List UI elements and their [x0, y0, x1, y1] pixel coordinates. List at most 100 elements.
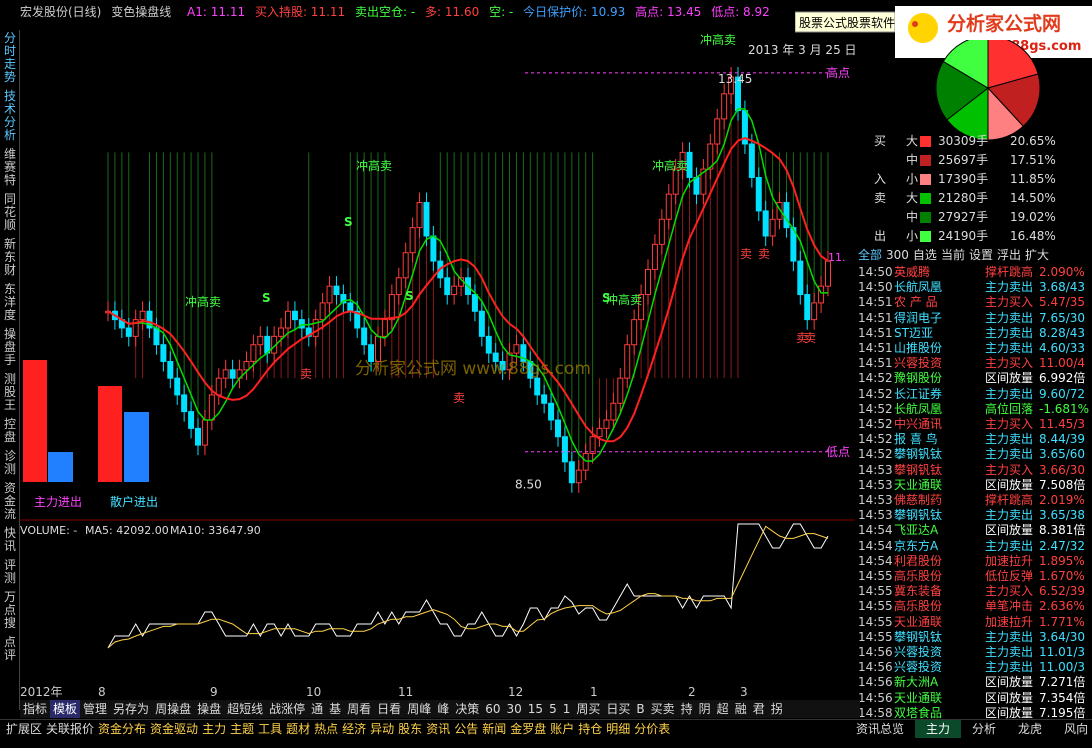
indicator-tab-7[interactable]: 战涨停: [266, 700, 308, 718]
bottom-tab-9[interactable]: 经济: [340, 720, 368, 738]
bottom-tab-6[interactable]: 工具: [256, 720, 284, 738]
bottom-tab-12[interactable]: 资讯: [424, 720, 452, 738]
news-tab-0[interactable]: 全部: [858, 248, 882, 262]
bottom-tab-5[interactable]: 主题: [228, 720, 256, 738]
sidebar-item-11[interactable]: 快讯: [0, 525, 20, 557]
sidebar-item-4[interactable]: 新东财: [0, 236, 20, 281]
bottom-right-tab-1[interactable]: 主力: [915, 720, 962, 738]
news-item[interactable]: 14:53 攀钢钒钛 主力卖出 3.65/38: [858, 508, 1092, 523]
bottom-tab-11[interactable]: 股东: [396, 720, 424, 738]
indicator-tab-27[interactable]: 融: [732, 700, 750, 718]
news-item[interactable]: 14:52 豫钢股份 区间放量 6.992倍: [858, 371, 1092, 386]
news-item[interactable]: 14:56 天业通联 区间放量 7.354倍: [858, 691, 1092, 706]
news-item[interactable]: 14:51 农 产 品主力买入 5.47/35: [858, 295, 1092, 310]
bottom-tab-10[interactable]: 异动: [368, 720, 396, 738]
indicator-tab-13[interactable]: 峰: [434, 700, 452, 718]
bottom-tab-14[interactable]: 新闻: [480, 720, 508, 738]
news-item[interactable]: 14:52 攀钢钒钛 主力卖出 3.65/60: [858, 447, 1092, 462]
bottom-right-tab-0[interactable]: 资讯总览: [845, 720, 915, 738]
news-item[interactable]: 14:51 ST迈亚 主力卖出 8.28/43: [858, 326, 1092, 341]
news-tab-3[interactable]: 当前: [941, 248, 965, 262]
news-tab-5[interactable]: 浮出: [997, 248, 1021, 262]
news-item[interactable]: 14:55 冀东装备 主力买入 6.52/39: [858, 584, 1092, 599]
indicator-tab-5[interactable]: 操盘: [194, 700, 224, 718]
indicator-tab-20[interactable]: 周买: [573, 700, 603, 718]
sidebar-item-7[interactable]: 测股王: [0, 371, 20, 416]
bottom-tab-18[interactable]: 明细: [604, 720, 632, 738]
sidebar-item-5[interactable]: 东洋度: [0, 281, 20, 326]
indicator-tab-18[interactable]: 5: [546, 700, 560, 718]
news-item[interactable]: 14:54 京东方A 主力卖出 2.47/32: [858, 539, 1092, 554]
sidebar-item-12[interactable]: 评测: [0, 557, 20, 589]
kline-chart[interactable]: 高点低点13.458.5011.2013 年 3 月 25 日冲高卖冲高卖冲高卖…: [20, 22, 855, 700]
news-item[interactable]: 14:55 高乐股份 单笔冲击 2.636%: [858, 599, 1092, 614]
news-tab-6[interactable]: 扩大: [1025, 248, 1049, 262]
news-item[interactable]: 14:53 佛慈制药 撑杆跳高 2.019%: [858, 493, 1092, 508]
news-item[interactable]: 14:51 得润电子 主力卖出 7.65/30: [858, 311, 1092, 326]
indicator-tab-2[interactable]: 管理: [80, 700, 110, 718]
bottom-tab-8[interactable]: 热点: [312, 720, 340, 738]
bottom-tab-2[interactable]: 资金分布: [96, 720, 148, 738]
indicator-tab-23[interactable]: 买卖: [648, 700, 678, 718]
news-item[interactable]: 14:54 利君股份 加速拉升 1.895%: [858, 554, 1092, 569]
sidebar-item-13[interactable]: 万点搜: [0, 589, 20, 634]
indicator-tab-19[interactable]: 1: [560, 700, 574, 718]
news-item[interactable]: 14:55 高乐股份 低位反弹 1.670%: [858, 569, 1092, 584]
bottom-right-tab-3[interactable]: 龙虎: [1007, 720, 1053, 738]
bottom-tab-15[interactable]: 金罗盘: [508, 720, 548, 738]
news-tab-4[interactable]: 设置: [969, 248, 993, 262]
indicator-tab-9[interactable]: 基: [326, 700, 344, 718]
sidebar-item-14[interactable]: 点评: [0, 634, 20, 666]
indicator-tab-22[interactable]: B: [633, 700, 647, 718]
indicator-tab-12[interactable]: 周峰: [404, 700, 434, 718]
indicator-tab-26[interactable]: 超: [714, 700, 732, 718]
news-item[interactable]: 14:56 兴蓉投资 主力卖出 11.01/3: [858, 645, 1092, 660]
indicator-tab-8[interactable]: 通: [308, 700, 326, 718]
bottom-tab-13[interactable]: 公告: [452, 720, 480, 738]
indicator-tab-0[interactable]: 指标: [20, 700, 50, 718]
indicator-tab-29[interactable]: 拐: [768, 700, 786, 718]
sidebar-item-6[interactable]: 操盘手: [0, 326, 20, 371]
news-item[interactable]: 14:51 山推股份 主力卖出 4.60/33: [858, 341, 1092, 356]
indicator-tab-15[interactable]: 60: [482, 700, 503, 718]
news-item[interactable]: 14:52 中兴通讯 主力买入 11.45/3: [858, 417, 1092, 432]
sidebar-item-0[interactable]: 分时走势: [0, 30, 20, 88]
indicator-tab-6[interactable]: 超短线: [224, 700, 266, 718]
indicator-tab-24[interactable]: 持: [678, 700, 696, 718]
news-item[interactable]: 14:53 攀钢钒钛 主力买入 3.66/30: [858, 463, 1092, 478]
sidebar-item-2[interactable]: 维赛特: [0, 146, 20, 191]
news-item[interactable]: 14:52 长江证券 主力卖出 9.60/72: [858, 387, 1092, 402]
sidebar-item-9[interactable]: 诊测: [0, 448, 20, 480]
indicator-tab-4[interactable]: 周操盘: [152, 700, 194, 718]
news-item[interactable]: 14:50 英威腾 撑杆跳高 2.090%: [858, 265, 1092, 280]
news-item[interactable]: 14:55 攀钢钒钛 主力卖出 3.64/30: [858, 630, 1092, 645]
bottom-tab-4[interactable]: 主力: [200, 720, 228, 738]
bottom-right-tab-4[interactable]: 风向: [1053, 720, 1092, 738]
indicator-tab-10[interactable]: 周看: [344, 700, 374, 718]
bottom-tab-0[interactable]: 扩展区: [4, 720, 44, 738]
news-item[interactable]: 14:52 报 喜 鸟主力卖出 8.44/39: [858, 432, 1092, 447]
news-tab-1[interactable]: 300: [886, 248, 909, 262]
news-tab-2[interactable]: 自选: [913, 248, 937, 262]
indicator-tab-25[interactable]: 阴: [696, 700, 714, 718]
bottom-tab-7[interactable]: 题材: [284, 720, 312, 738]
indicator-tab-3[interactable]: 另存为: [110, 700, 152, 718]
news-item[interactable]: 14:54 飞亚达A 区间放量 8.381倍: [858, 523, 1092, 538]
bottom-tab-1[interactable]: 关联报价: [44, 720, 96, 738]
sidebar-item-10[interactable]: 资金流: [0, 480, 20, 525]
indicator-tab-21[interactable]: 日买: [603, 700, 633, 718]
news-item[interactable]: 14:56 兴蓉投资 主力卖出 11.00/3: [858, 660, 1092, 675]
news-item[interactable]: 14:55 天业通联 加速拉升 1.771%: [858, 615, 1092, 630]
bottom-tab-16[interactable]: 账户: [548, 720, 576, 738]
sidebar-item-3[interactable]: 同花顺: [0, 191, 20, 236]
bottom-tab-3[interactable]: 资金驱动: [148, 720, 200, 738]
news-item[interactable]: 14:53 天业通联 区间放量 7.508倍: [858, 478, 1092, 493]
bottom-right-tab-2[interactable]: 分析: [961, 720, 1007, 738]
indicator-tab-16[interactable]: 30: [504, 700, 525, 718]
indicator-tab-11[interactable]: 日看: [374, 700, 404, 718]
bottom-tab-19[interactable]: 分价表: [632, 720, 672, 738]
news-item[interactable]: 14:50 长航凤凰 主力卖出 3.68/43: [858, 280, 1092, 295]
news-item[interactable]: 14:51 兴蓉投资 主力买入 11.00/4: [858, 356, 1092, 371]
indicator-tab-14[interactable]: 决策: [452, 700, 482, 718]
sidebar-item-1[interactable]: 技术分析: [0, 88, 20, 146]
